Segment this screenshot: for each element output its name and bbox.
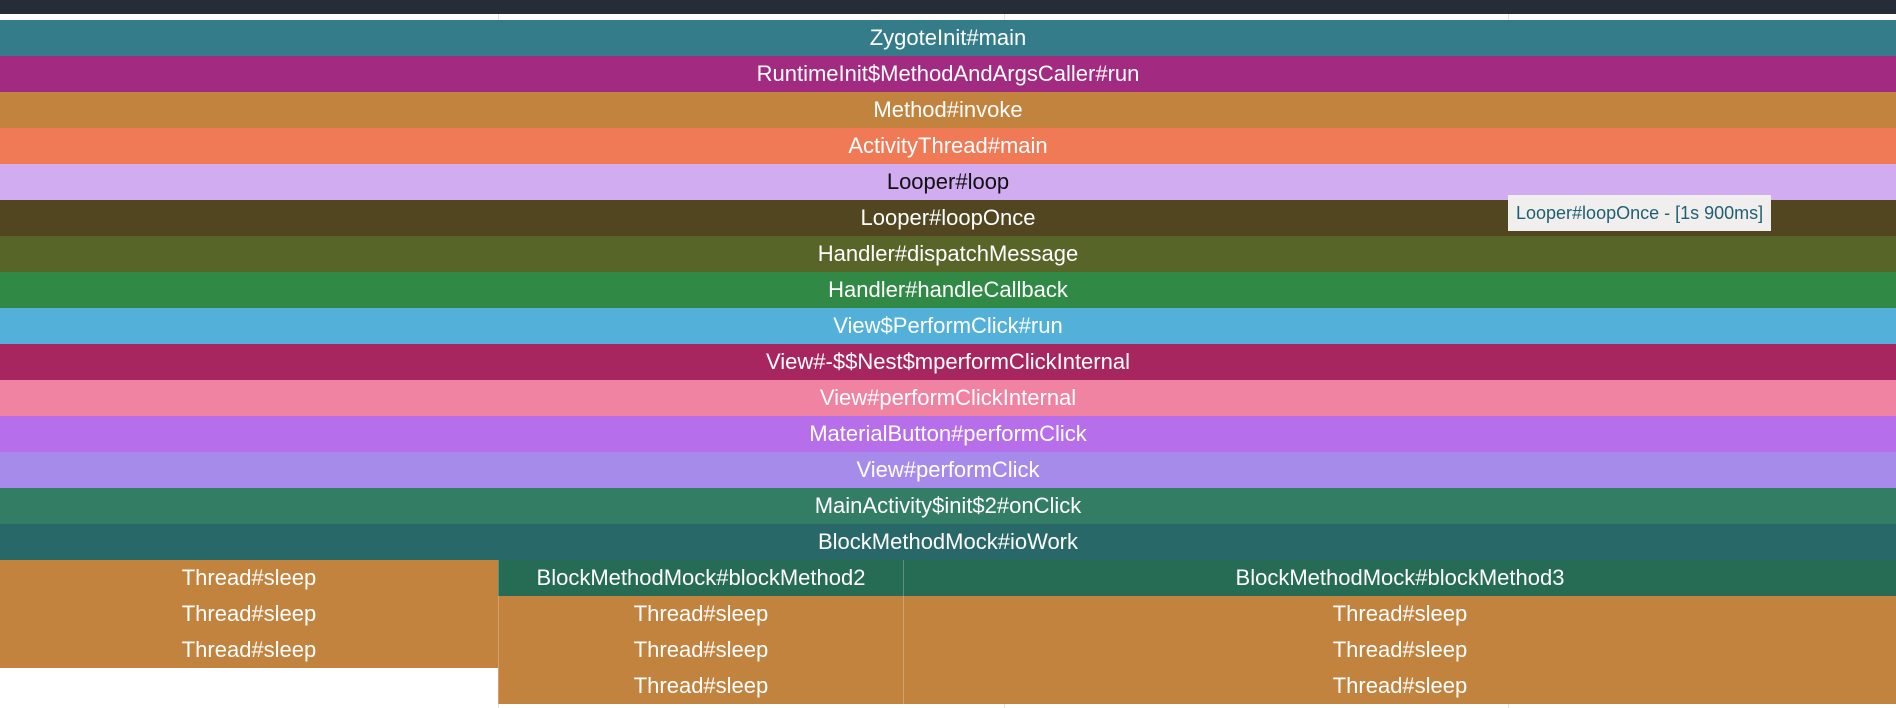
frame-label: BlockMethodMock#ioWork <box>817 529 1079 554</box>
frame-thread-sleep[interactable]: Thread#sleep <box>903 632 1896 668</box>
frame-label: BlockMethodMock#blockMethod3 <box>1235 565 1565 590</box>
frame-handler-handlecallback[interactable]: Handler#handleCallback <box>0 272 1896 308</box>
frame-label: Method#invoke <box>873 97 1023 122</box>
frame-zygoteinit-main[interactable]: ZygoteInit#main <box>0 20 1896 56</box>
frame-label: View#performClickInternal <box>819 385 1077 410</box>
frame-label: RuntimeInit$MethodAndArgsCaller#run <box>756 61 1140 86</box>
frame-runtimeinit-run[interactable]: RuntimeInit$MethodAndArgsCaller#run <box>0 56 1896 92</box>
frame-view-performclick[interactable]: View#performClick <box>0 452 1896 488</box>
frame-label: Thread#sleep <box>1332 601 1468 626</box>
frame-label: Thread#sleep <box>1332 673 1468 698</box>
frame-thread-sleep[interactable]: Thread#sleep <box>0 560 498 596</box>
flame-chart[interactable]: ZygoteInit#main RuntimeInit$MethodAndArg… <box>0 14 1896 708</box>
frame-thread-sleep[interactable]: Thread#sleep <box>0 632 498 668</box>
frame-label: Looper#loop <box>886 169 1010 194</box>
frame-thread-sleep[interactable]: Thread#sleep <box>0 596 498 632</box>
frame-label: Handler#dispatchMessage <box>817 241 1079 266</box>
frame-blockmethodmock-blockmethod2[interactable]: BlockMethodMock#blockMethod2 <box>498 560 903 596</box>
frame-label: Thread#sleep <box>633 637 769 662</box>
frame-label: BlockMethodMock#blockMethod2 <box>536 565 866 590</box>
frame-view-performclick-run[interactable]: View$PerformClick#run <box>0 308 1896 344</box>
frame-label: Thread#sleep <box>181 565 317 590</box>
frame-label: Thread#sleep <box>633 601 769 626</box>
frame-label: Looper#loopOnce <box>860 205 1036 230</box>
frame-tooltip: Looper#loopOnce - [1s 900ms] <box>1508 195 1772 231</box>
frame-thread-sleep[interactable]: Thread#sleep <box>498 632 903 668</box>
frame-thread-sleep[interactable]: Thread#sleep <box>498 668 903 704</box>
frame-label: Thread#sleep <box>1332 637 1468 662</box>
frame-label: MainActivity$init$2#onClick <box>814 493 1082 518</box>
frame-label: MaterialButton#performClick <box>809 421 1087 446</box>
frame-blockmethodmock-iowork[interactable]: BlockMethodMock#ioWork <box>0 524 1896 560</box>
frame-thread-sleep[interactable]: Thread#sleep <box>903 596 1896 632</box>
frame-label: View#-$$Nest$mperformClickInternal <box>766 349 1130 374</box>
frame-label: Thread#sleep <box>633 673 769 698</box>
frame-materialbutton-performclick[interactable]: MaterialButton#performClick <box>0 416 1896 452</box>
frame-label: Thread#sleep <box>181 637 317 662</box>
frame-handler-dispatchmessage[interactable]: Handler#dispatchMessage <box>0 236 1896 272</box>
frame-thread-sleep[interactable]: Thread#sleep <box>498 596 903 632</box>
frame-thread-sleep[interactable]: Thread#sleep <box>903 668 1896 704</box>
timeline-top-bar <box>0 0 1896 14</box>
frame-method-invoke[interactable]: Method#invoke <box>0 92 1896 128</box>
frame-mainactivity-onclick[interactable]: MainActivity$init$2#onClick <box>0 488 1896 524</box>
frame-label: Handler#handleCallback <box>828 277 1068 302</box>
tooltip-text: Looper#loopOnce - [1s 900ms] <box>1516 202 1764 223</box>
frame-label: ActivityThread#main <box>848 133 1048 158</box>
frame-view-performclickinternal[interactable]: View#performClickInternal <box>0 380 1896 416</box>
frame-label: View$PerformClick#run <box>833 313 1063 338</box>
frame-view-nest-performclickinternal[interactable]: View#-$$Nest$mperformClickInternal <box>0 344 1896 380</box>
frame-activitythread-main[interactable]: ActivityThread#main <box>0 128 1896 164</box>
frame-blockmethodmock-blockmethod3[interactable]: BlockMethodMock#blockMethod3 <box>903 560 1896 596</box>
frame-label: ZygoteInit#main <box>869 25 1027 50</box>
frame-label: View#performClick <box>856 457 1040 482</box>
frame-label: Thread#sleep <box>181 601 317 626</box>
